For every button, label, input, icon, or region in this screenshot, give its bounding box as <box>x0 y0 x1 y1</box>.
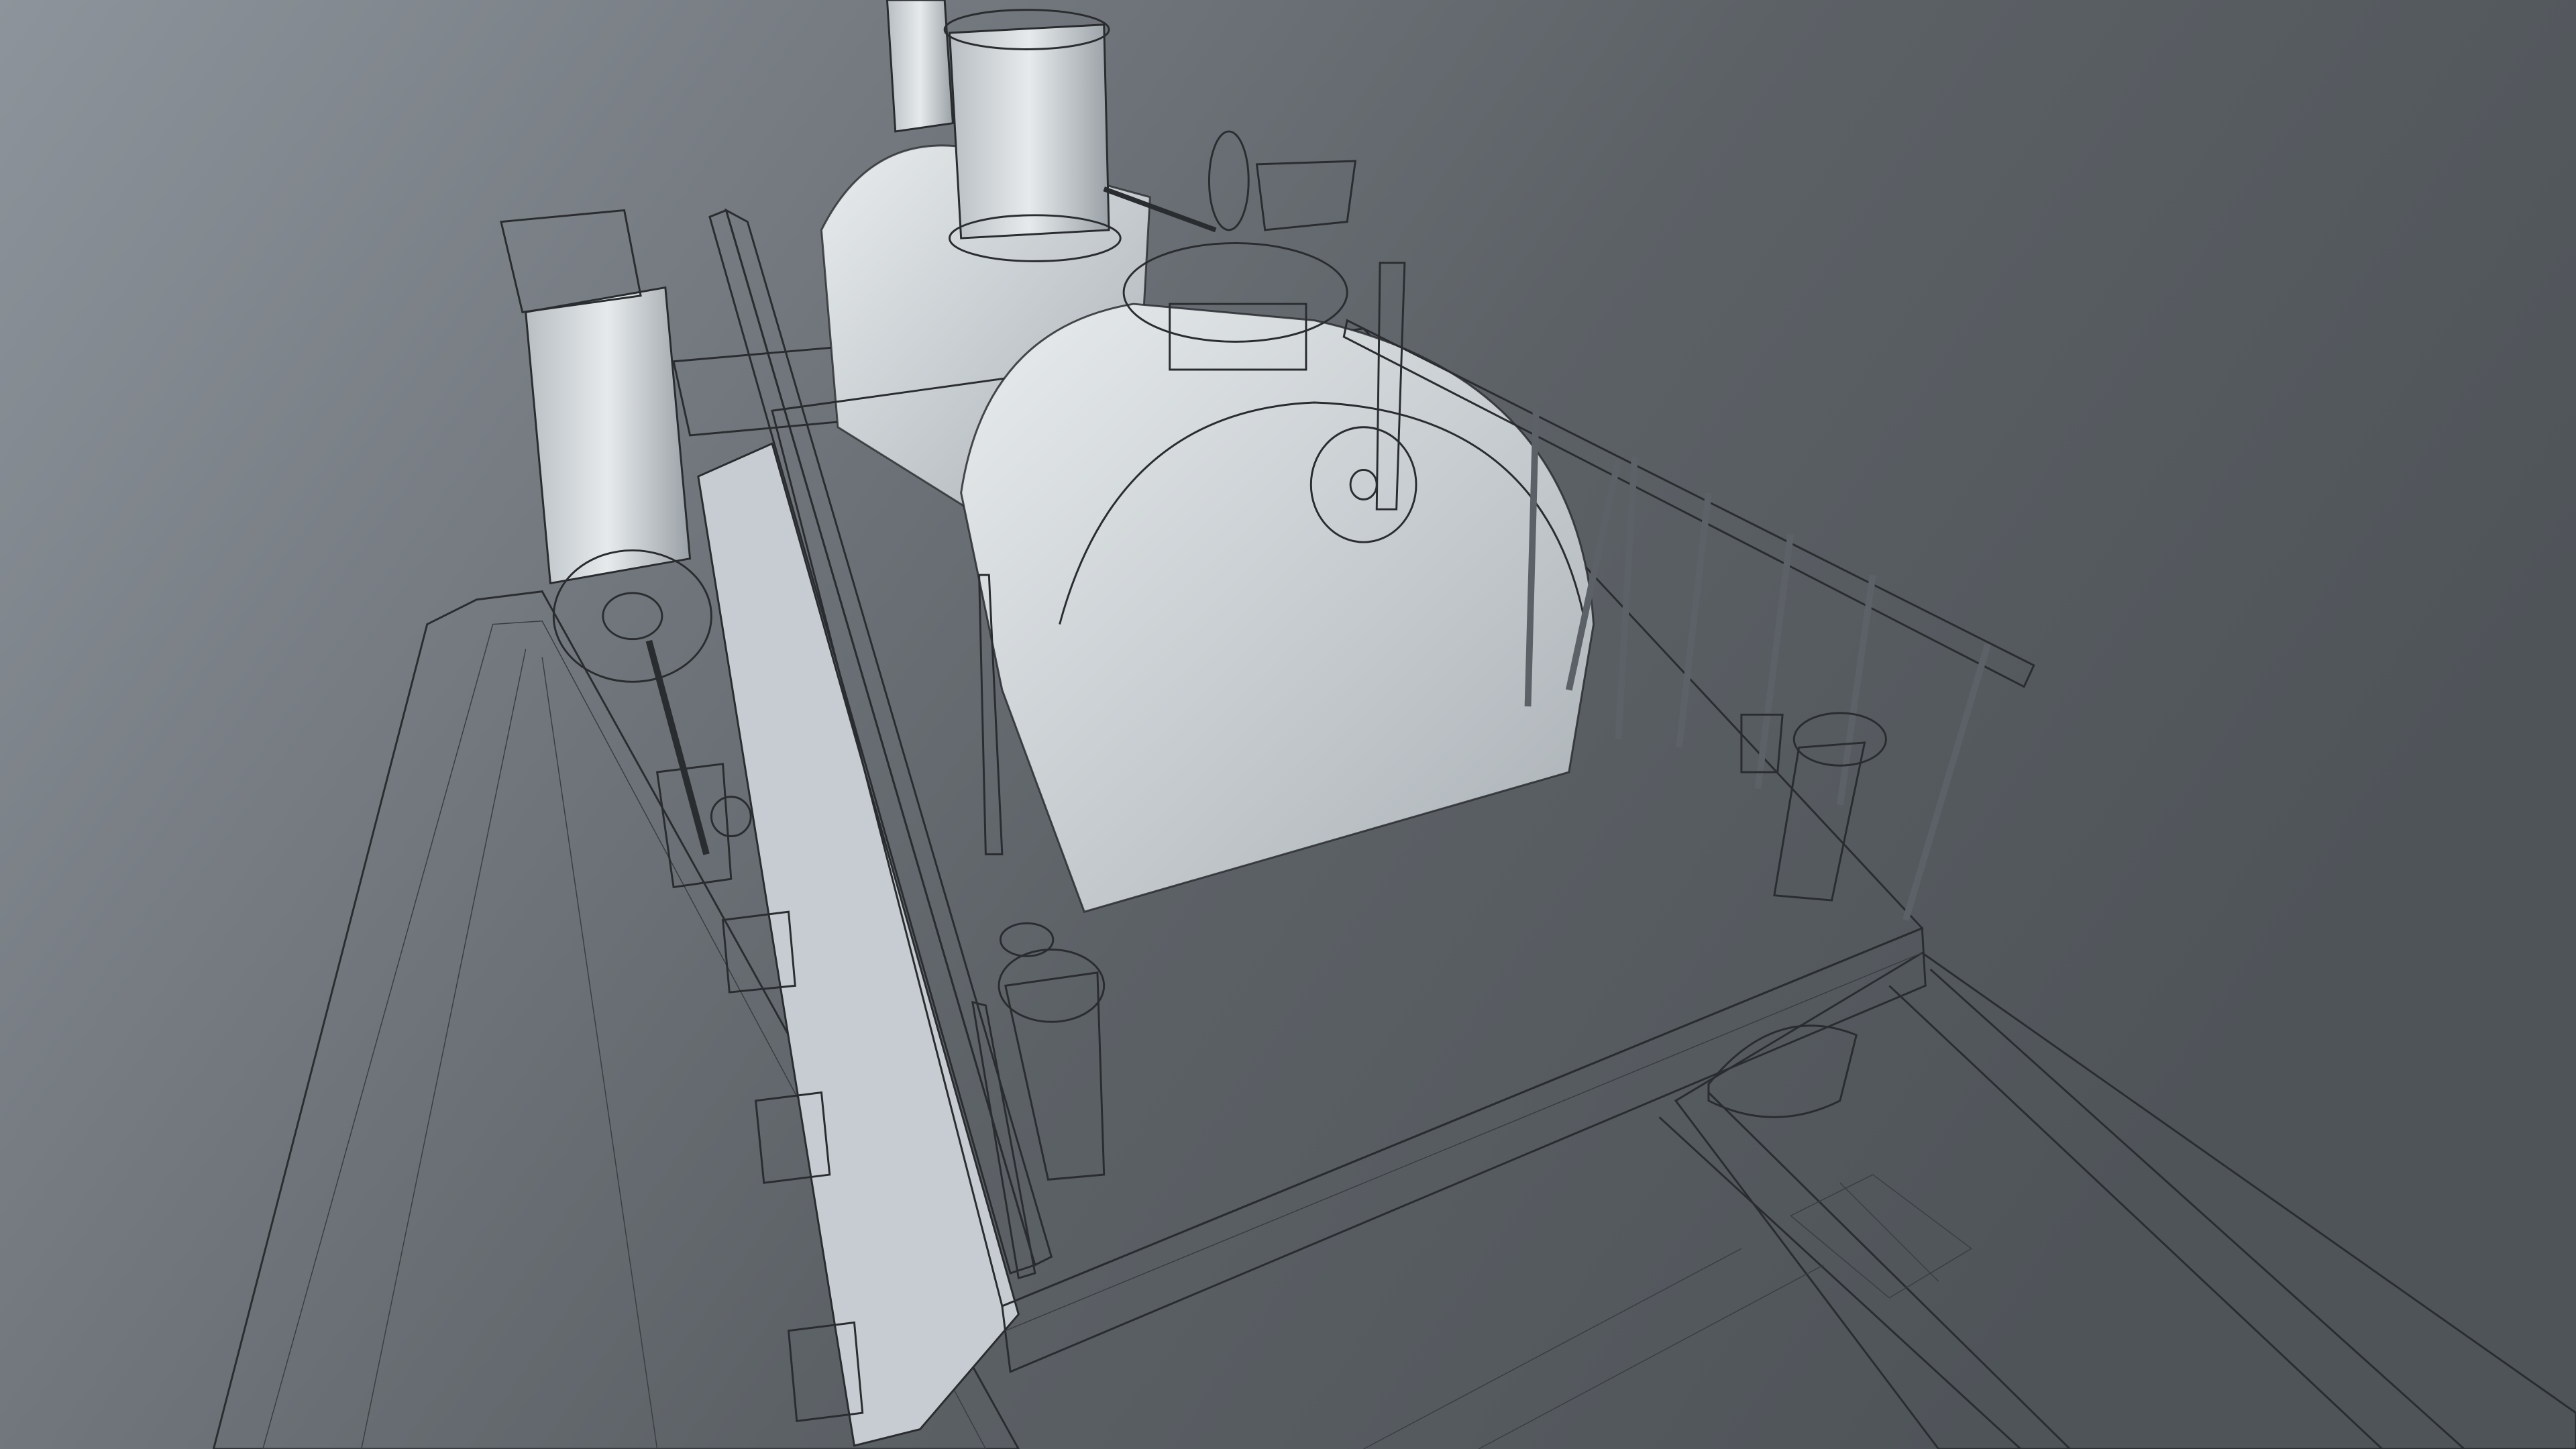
3d-viewport[interactable] <box>0 0 2576 1449</box>
